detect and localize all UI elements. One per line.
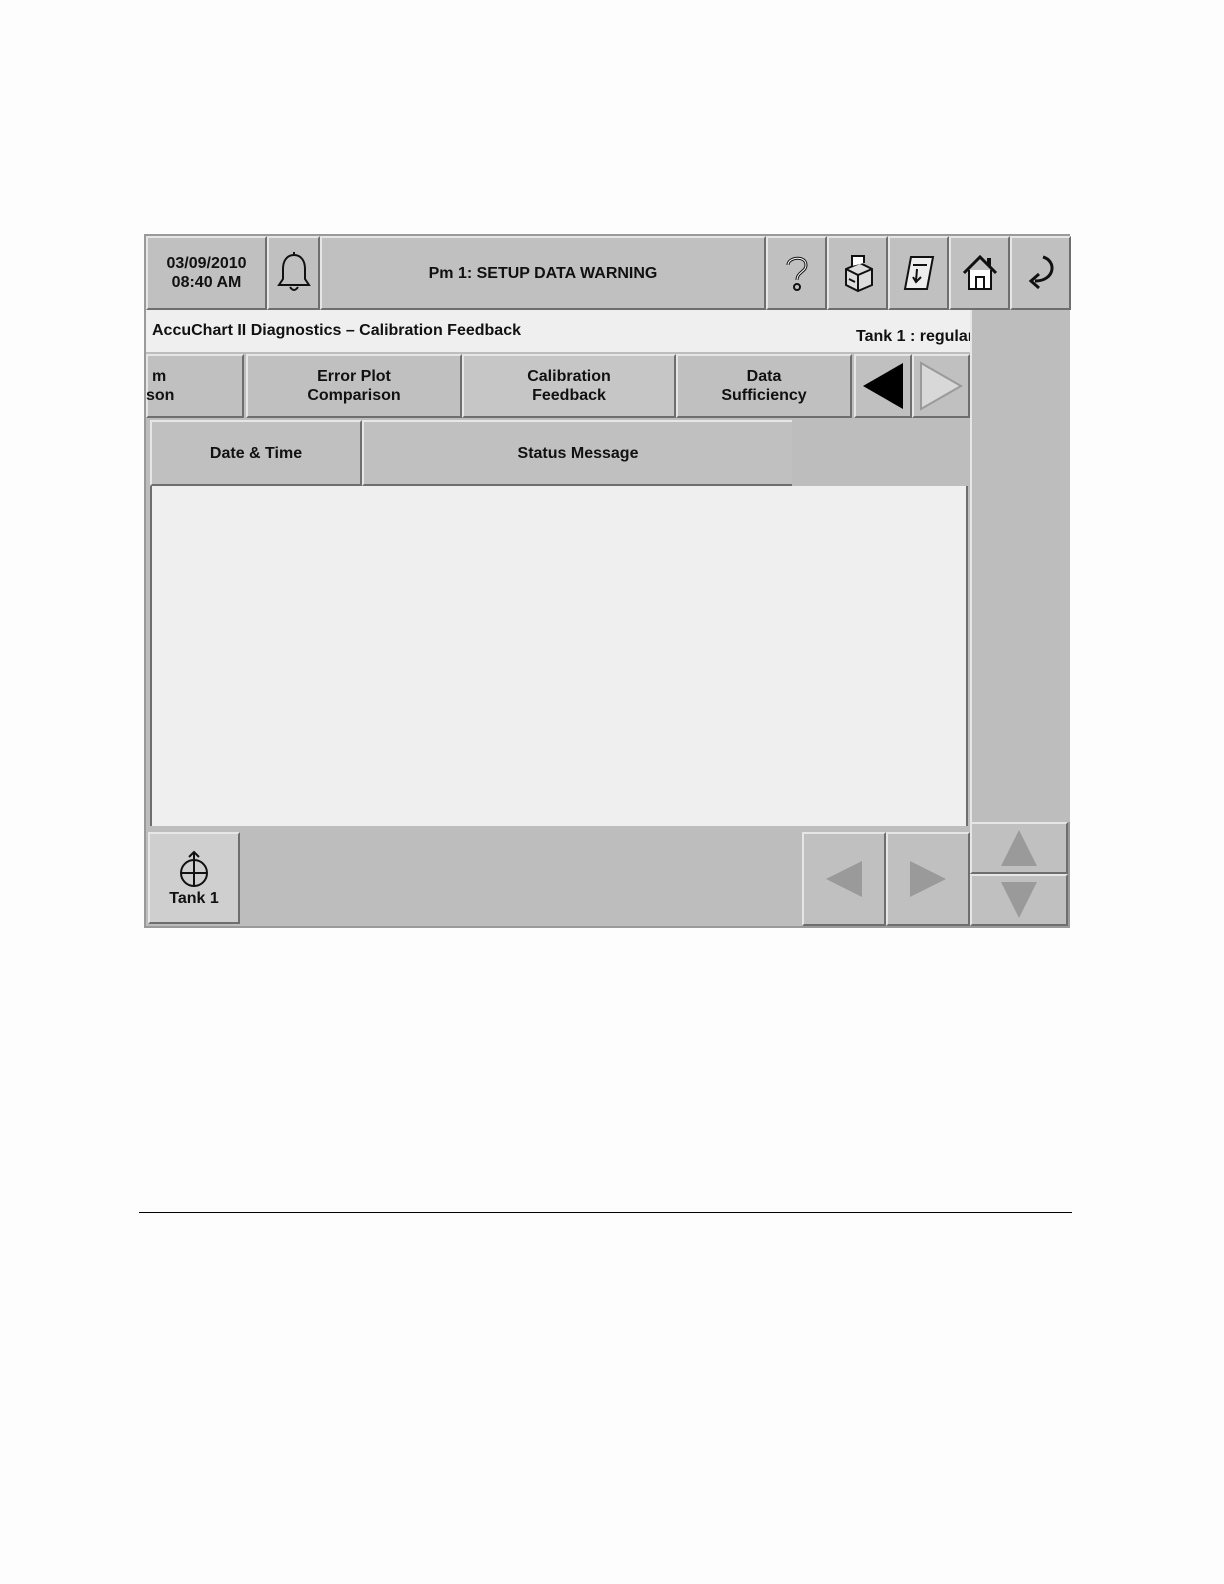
column-header-status-message[interactable]: Status Message <box>362 420 794 486</box>
triangle-left-icon <box>863 363 903 409</box>
help-icon <box>786 256 808 291</box>
tank-icon <box>180 850 208 887</box>
column-header-label: Status Message <box>517 444 639 462</box>
page-title: AccuChart II Diagnostics – Calibration F… <box>152 322 521 339</box>
print-button[interactable] <box>827 236 888 310</box>
tab-scroll-next-button[interactable] <box>912 354 970 418</box>
report-button[interactable] <box>888 236 949 310</box>
tank-button-label: Tank 1 <box>169 889 219 907</box>
arrow-up-icon <box>1001 830 1037 866</box>
warning-title-bar: Pm 1: SETUP DATA WARNING <box>320 236 766 310</box>
tank-label: Tank 1 : regular <box>856 328 974 345</box>
scroll-up-button[interactable] <box>970 822 1068 874</box>
column-header-filler <box>792 420 968 486</box>
warning-title: Pm 1: SETUP DATA WARNING <box>428 264 658 282</box>
bell-icon <box>276 252 311 291</box>
alarm-button[interactable] <box>267 236 320 310</box>
home-button[interactable] <box>949 236 1010 310</box>
page-next-button[interactable] <box>886 832 970 926</box>
console-screen: 03/09/2010 08:40 AM Pm 1: SETUP DATA WAR… <box>144 234 1071 928</box>
tab-scroll-prev-button[interactable] <box>854 354 912 418</box>
back-icon <box>1028 255 1053 290</box>
tab-label-line2: Comparison <box>307 387 401 404</box>
tab-partial-line2: son <box>146 387 175 404</box>
tab-partial[interactable]: m son <box>146 354 244 418</box>
printer-icon <box>844 255 873 293</box>
back-button[interactable] <box>1010 236 1071 310</box>
arrow-down-icon <box>1001 882 1037 918</box>
date-text: 03/09/2010 <box>166 255 247 272</box>
report-icon <box>903 256 934 290</box>
tab-label-line1: Data <box>746 368 782 385</box>
time-text: 08:40 AM <box>171 274 242 291</box>
home-icon <box>962 254 997 290</box>
tab-partial-line1: m <box>152 368 167 385</box>
tab-data-sufficiency[interactable]: Data Sufficiency <box>676 354 852 418</box>
tab-error-plot-comparison[interactable]: Error Plot Comparison <box>246 354 462 418</box>
page-prev-button[interactable] <box>802 832 886 926</box>
help-button[interactable] <box>766 236 827 310</box>
tab-label-line1: Calibration <box>527 368 611 385</box>
tab-label-line1: Error Plot <box>317 368 391 385</box>
triangle-right-icon <box>920 361 964 411</box>
page-divider <box>139 1212 1072 1213</box>
arrow-left-icon <box>826 861 862 897</box>
tab-label-line2: Sufficiency <box>721 387 807 404</box>
arrow-right-icon <box>910 861 946 897</box>
tab-calibration-feedback[interactable]: Calibration Feedback <box>462 354 676 418</box>
scroll-down-button[interactable] <box>970 874 1068 926</box>
column-header-date-time[interactable]: Date & Time <box>150 420 362 486</box>
tab-label-line2: Feedback <box>532 387 606 404</box>
datetime-display: 03/09/2010 08:40 AM <box>146 236 267 310</box>
column-header-label: Date & Time <box>209 444 303 462</box>
scroll-column <box>970 310 1070 822</box>
tank-select-button[interactable]: Tank 1 <box>148 832 240 924</box>
